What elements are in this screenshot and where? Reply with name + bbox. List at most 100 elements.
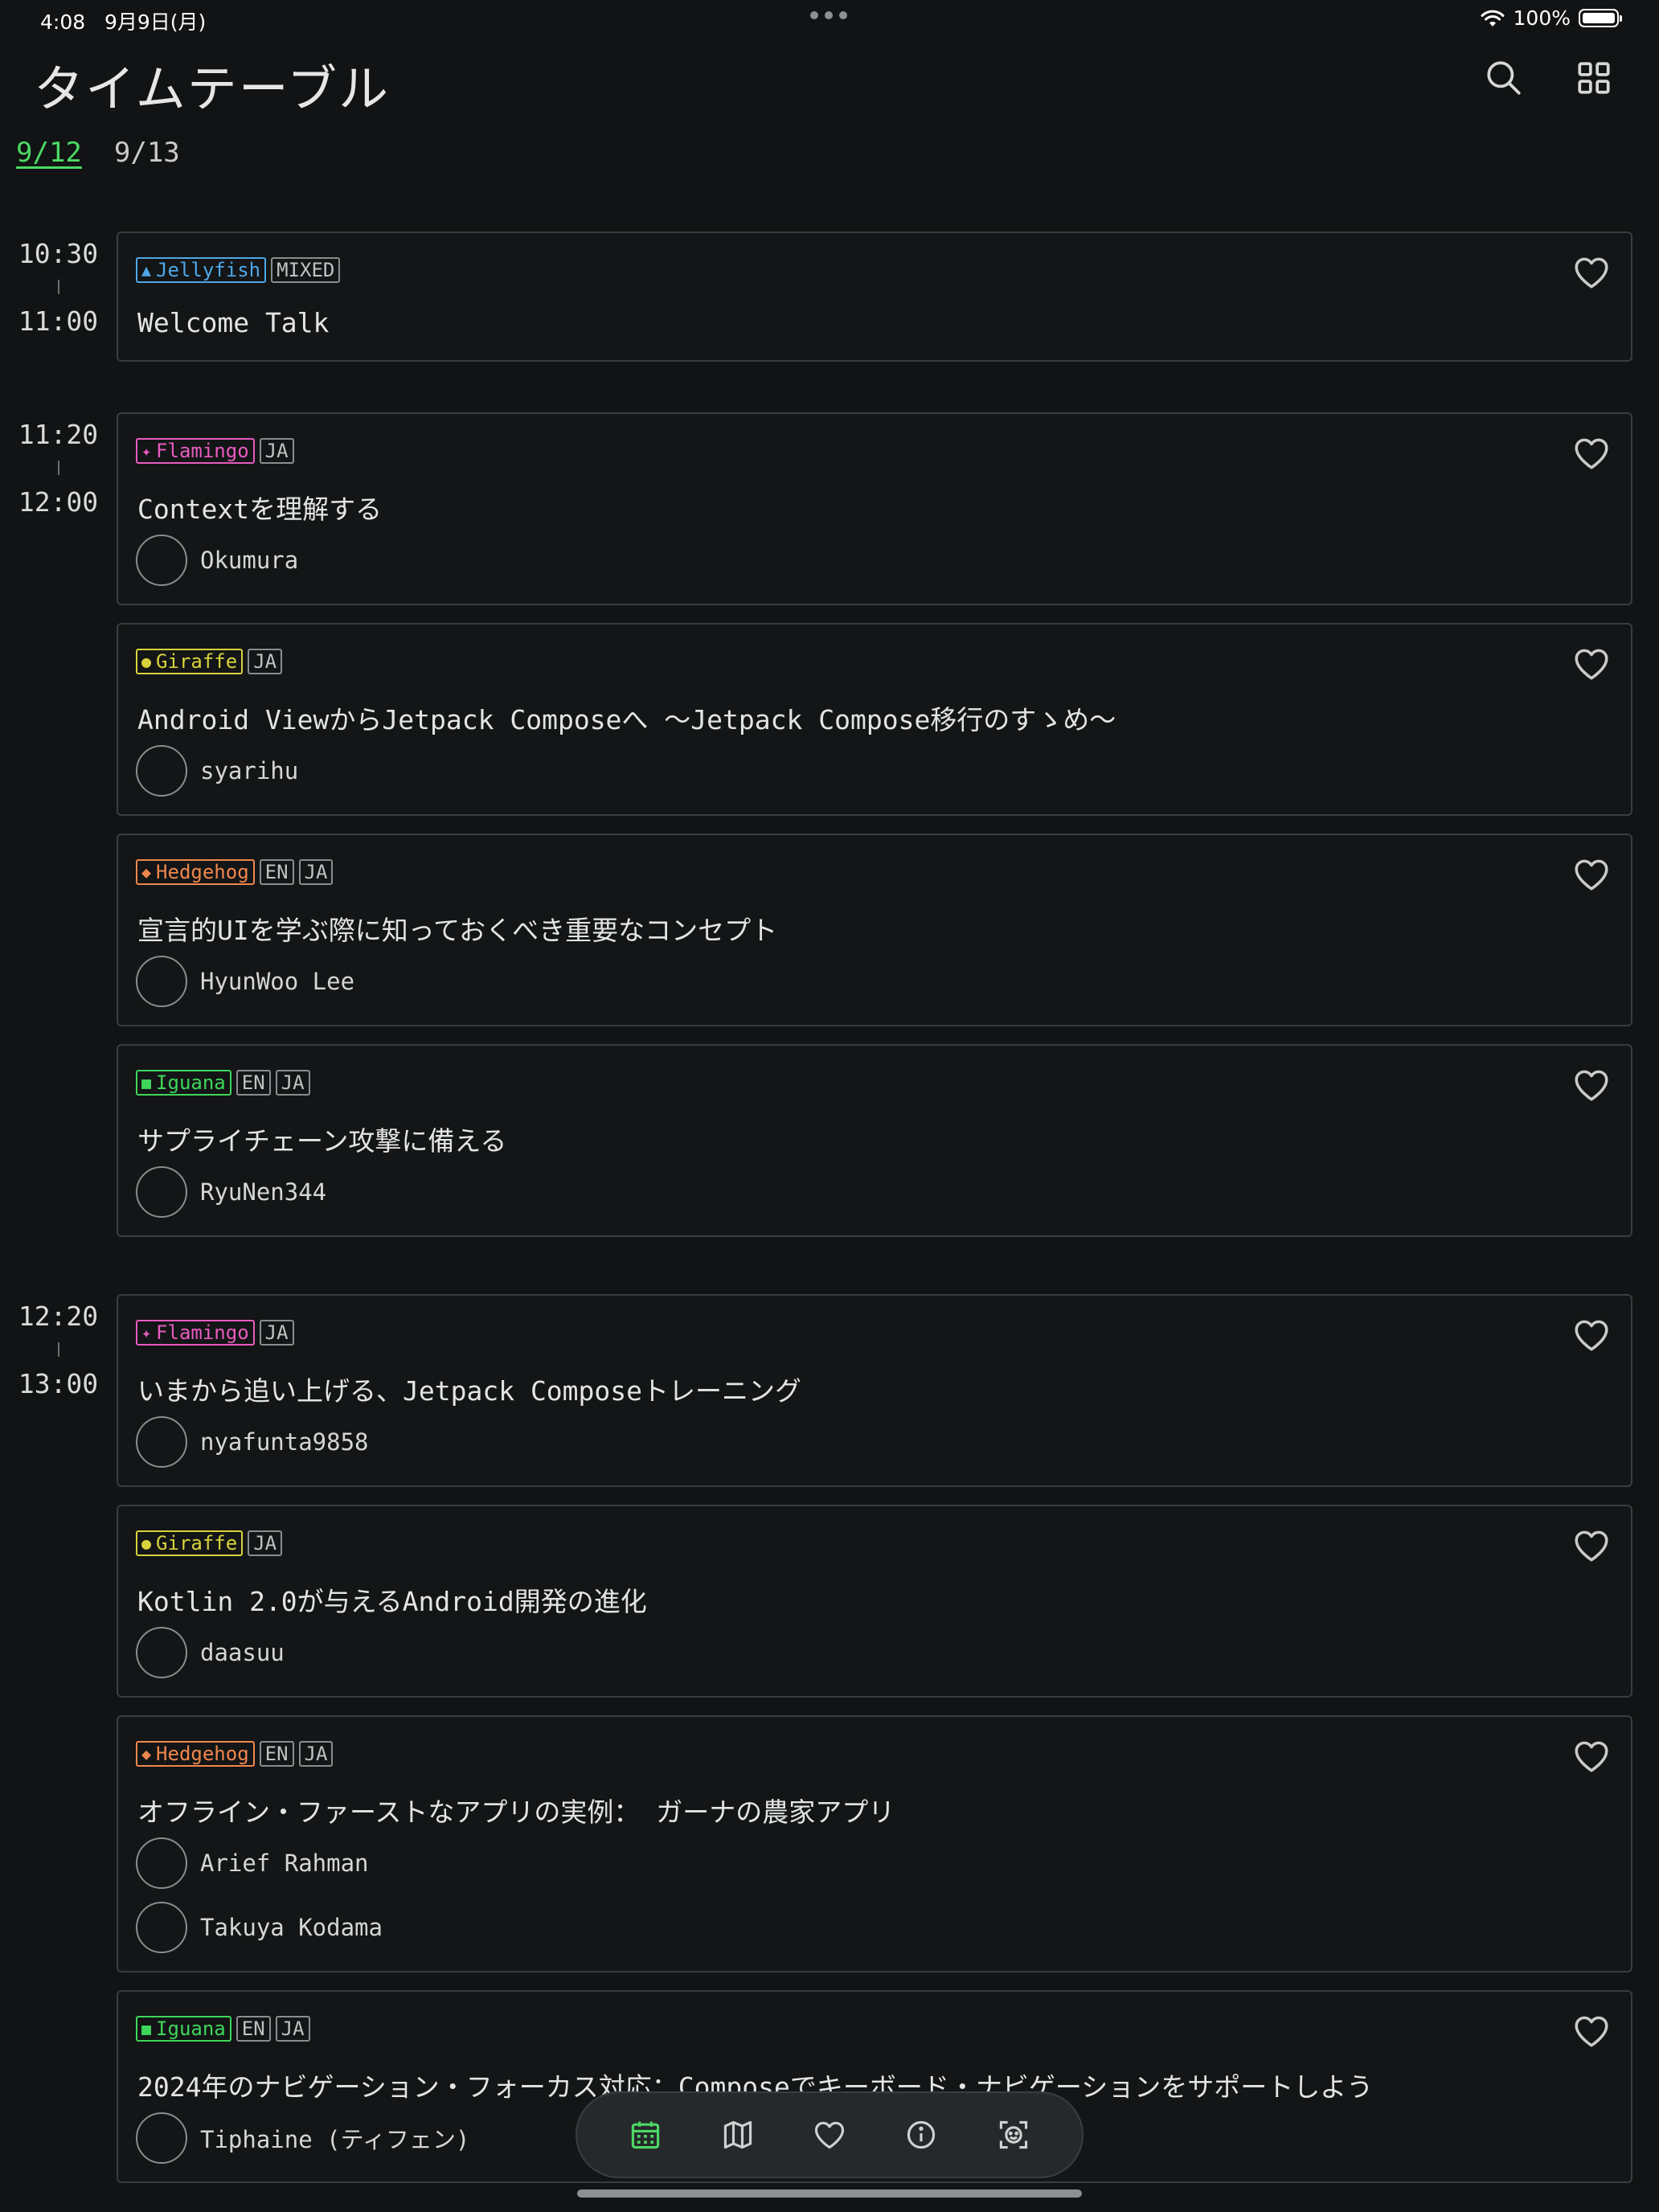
speaker-row: Tiphaine (ティフェン)	[136, 2112, 469, 2164]
tab-day-2[interactable]: 9/13	[114, 137, 180, 169]
face-scan-icon	[999, 2120, 1027, 2149]
session-tags: ■ Iguana EN JA	[136, 2016, 310, 2042]
room-shape-icon: ✦	[141, 441, 152, 461]
favorite-button[interactable]	[1571, 644, 1612, 684]
home-indicator[interactable]	[577, 2189, 1082, 2198]
favorite-button[interactable]	[1571, 1526, 1612, 1566]
time-separator	[58, 1342, 59, 1357]
map-icon	[723, 2120, 752, 2149]
slot-end-time: 12:00	[18, 486, 99, 518]
room-name: Flamingo	[156, 440, 249, 462]
session-tags: ✦ Flamingo JA	[136, 438, 294, 464]
room-tag: ■ Iguana	[136, 1070, 231, 1096]
room-tag: ● Giraffe	[136, 649, 244, 674]
session-tags: ▲ Jellyfish MIXED	[136, 257, 341, 283]
room-name: Giraffe	[156, 1532, 238, 1555]
session-card[interactable]: ◆ Hedgehog EN JA オフライン・ファーストなアプリの実例： ガーナの農家ア…	[117, 1715, 1632, 1972]
session-tags: ● Giraffe JA	[136, 1530, 283, 1556]
heart-icon	[1575, 649, 1608, 680]
favorite-button[interactable]	[1571, 2011, 1612, 2051]
search-button[interactable]	[1476, 50, 1532, 106]
session-title: Welcome Talk	[137, 307, 330, 338]
session-tags: ■ Iguana EN JA	[136, 1070, 310, 1096]
time-separator	[58, 280, 59, 294]
status-bar: 4:08 9月9日(月) 100%	[0, 0, 1659, 40]
wifi-icon	[1481, 10, 1505, 27]
room-name: Jellyfish	[156, 259, 261, 281]
speaker-avatar	[136, 1902, 187, 1953]
session-tags: ● Giraffe JA	[136, 649, 283, 674]
nav-profile-card[interactable]	[988, 2109, 1039, 2161]
nav-favorites[interactable]	[804, 2109, 855, 2161]
language-tag: MIXED	[271, 257, 341, 283]
status-right: 100%	[1480, 6, 1622, 30]
language-tag: EN	[236, 2016, 271, 2042]
room-tag: ▲ Jellyfish	[136, 257, 267, 283]
session-card[interactable]: ◆ Hedgehog EN JA 宣言的UIを学ぶ際に知っておくべき重要なコンセプト Hy…	[117, 834, 1632, 1026]
slot-start-time: 12:20	[18, 1301, 99, 1332]
favorite-button[interactable]	[1571, 1736, 1612, 1776]
session-card[interactable]: ● Giraffe JA Android ViewからJetpack Composeへ…	[117, 623, 1632, 816]
session-card[interactable]: ■ Iguana EN JA サプライチェーン攻撃に備える RyuNen344	[117, 1044, 1632, 1237]
language-tag: JA	[248, 649, 283, 674]
heart-icon	[1575, 859, 1608, 891]
heart-icon	[1575, 1070, 1608, 1101]
favorite-button[interactable]	[1571, 1065, 1612, 1105]
session-card[interactable]: ✦ Flamingo JA いまから追い上げる、Jetpack Composeトレーニ…	[117, 1294, 1632, 1487]
status-time: 4:08 9月9日(月)	[40, 6, 206, 35]
speaker-avatar	[136, 1837, 187, 1889]
speaker-name: Okumura	[200, 547, 299, 574]
room-shape-icon: ◆	[141, 862, 152, 882]
session-title: いまから追い上げる、Jetpack Composeトレーニング	[137, 1375, 802, 1407]
nav-about[interactable]	[895, 2109, 947, 2161]
tab-day-1[interactable]: 9/12	[16, 137, 82, 169]
speaker-name: Takuya Kodama	[200, 1914, 383, 1941]
speaker-avatar	[136, 535, 187, 586]
grid-view-button[interactable]	[1566, 50, 1622, 106]
slot-end-time: 11:00	[18, 305, 99, 337]
favorite-button[interactable]	[1571, 854, 1612, 895]
heart-icon	[1575, 438, 1608, 469]
clock-text: 4:08	[40, 10, 86, 34]
favorite-button[interactable]	[1571, 433, 1612, 473]
session-title: オフライン・ファーストなアプリの実例： ガーナの農家アプリ	[137, 1796, 895, 1828]
heart-icon	[1575, 257, 1608, 289]
room-name: Flamingo	[156, 1321, 249, 1344]
speaker-row: Arief Rahman	[136, 1837, 369, 1889]
slot-start-time: 11:20	[18, 419, 99, 450]
room-name: Hedgehog	[156, 1743, 249, 1765]
session-tags: ◆ Hedgehog EN JA	[136, 1741, 334, 1767]
nav-floor-map[interactable]	[712, 2109, 764, 2161]
grid-view-icon	[1578, 62, 1610, 94]
speaker-name: HyunWoo Lee	[200, 968, 355, 995]
session-card[interactable]: ✦ Flamingo JA Contextを理解する Okumura	[117, 412, 1632, 605]
room-shape-icon: ■	[141, 2019, 152, 2038]
day-tabs: 9/12 9/13	[16, 137, 180, 169]
search-icon	[1487, 61, 1521, 95]
multitasking-dots[interactable]	[810, 11, 847, 19]
speaker-avatar	[136, 2112, 187, 2164]
room-tag: ✦ Flamingo	[136, 438, 255, 464]
speaker-name: RyuNen344	[200, 1178, 327, 1206]
session-card[interactable]: ▲ Jellyfish MIXED Welcome Talk	[117, 231, 1632, 362]
heart-icon	[1575, 1530, 1608, 1562]
language-tag: JA	[298, 1741, 334, 1767]
nav-timetable[interactable]	[620, 2109, 671, 2161]
room-tag: ◆ Hedgehog	[136, 859, 255, 885]
speaker-avatar	[136, 1416, 187, 1468]
language-tag: EN	[236, 1070, 271, 1096]
room-shape-icon: ◆	[141, 1744, 152, 1763]
session-tags: ✦ Flamingo JA	[136, 1320, 294, 1346]
favorite-button[interactable]	[1571, 1315, 1612, 1355]
speaker-row: RyuNen344	[136, 1166, 326, 1218]
page-title: タイムテーブル	[34, 59, 391, 118]
heart-icon	[1575, 1741, 1608, 1772]
language-tag: JA	[259, 1320, 294, 1346]
room-tag: ✦ Flamingo	[136, 1320, 255, 1346]
session-title: Kotlin 2.0が与えるAndroid開発の進化	[137, 1586, 647, 1617]
battery-percent: 100%	[1513, 6, 1571, 30]
battery-icon	[1579, 9, 1622, 27]
session-card[interactable]: ● Giraffe JA Kotlin 2.0が与えるAndroid開発の進化 daas…	[117, 1505, 1632, 1698]
favorite-button[interactable]	[1571, 252, 1612, 293]
room-shape-icon: ▲	[141, 260, 152, 280]
